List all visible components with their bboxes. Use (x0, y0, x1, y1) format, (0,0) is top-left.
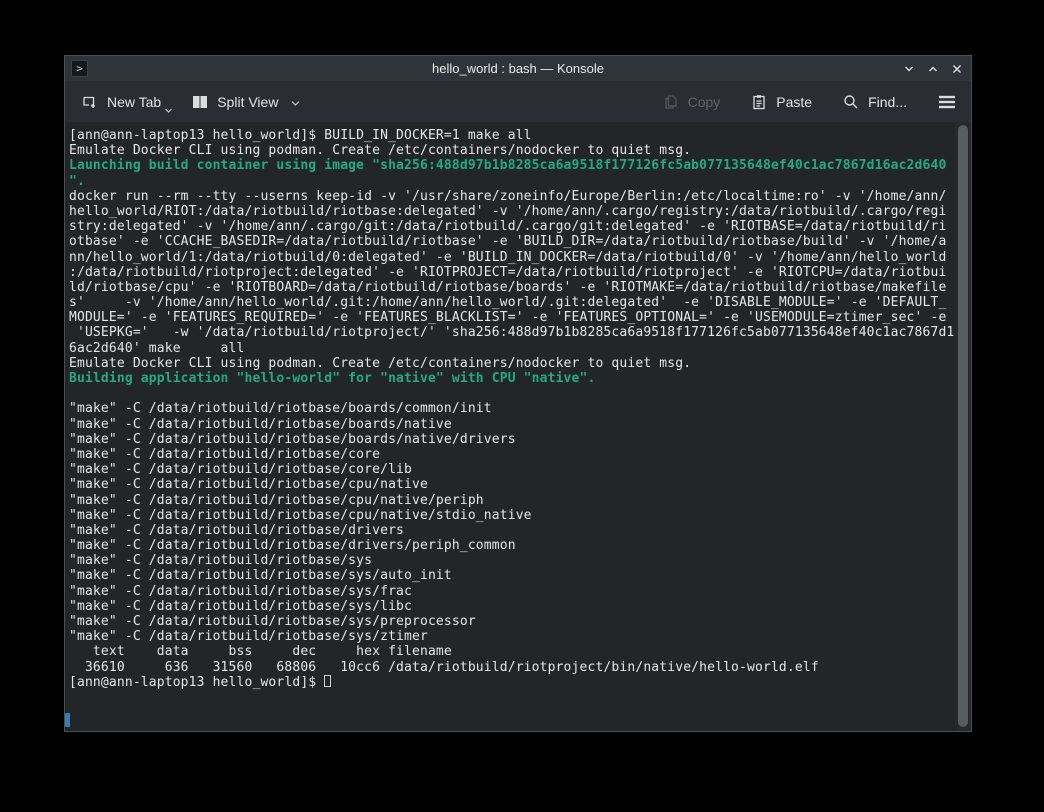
paste-icon (750, 93, 768, 111)
terminal-line: otbase' -e 'CCACHE_BASEDIR=/data/riotbui… (69, 234, 954, 249)
desktop: > hello_world : bash — Konsole (0, 0, 1044, 812)
new-tab-icon (81, 93, 99, 111)
terminal-line: docker run --rm --tty --userns keep-id -… (69, 189, 954, 204)
terminal-line: 6ac2d640' make all (69, 341, 954, 356)
terminal-line (69, 386, 954, 401)
chevron-down-icon (290, 94, 301, 110)
titlebar[interactable]: > hello_world : bash — Konsole (65, 56, 971, 81)
find-label: Find... (868, 94, 907, 110)
terminal-line: "make" -C /data/riotbuild/riotbase/core (69, 447, 954, 462)
new-output-marker (65, 713, 70, 727)
split-view-label: Split View (217, 94, 278, 110)
window-controls (901, 56, 965, 81)
terminal-line: Building application "hello-world" for "… (69, 371, 954, 386)
terminal-line: Emulate Docker CLI using podman. Create … (69, 143, 954, 158)
search-icon (842, 93, 860, 111)
terminal: [ann@ann-laptop13 hello_world]$ BUILD_IN… (65, 122, 971, 731)
copy-button[interactable]: Copy (662, 93, 721, 111)
chevron-down-icon (902, 62, 916, 76)
toolbar-right-group: Copy Paste Find... (662, 93, 957, 111)
terminal-line: "make" -C /data/riotbuild/riotbase/sys/l… (69, 599, 954, 614)
terminal-scrollbar[interactable] (955, 122, 971, 731)
terminal-line: ld/riotbase/cpu' -e 'RIOTBOARD=/data/rio… (69, 280, 954, 295)
toolbar: New Tab Split View (65, 81, 971, 122)
chevron-up-icon (926, 62, 940, 76)
terminal-line: "make" -C /data/riotbuild/riotbase/cpu/n… (69, 477, 954, 492)
terminal-line: "make" -C /data/riotbuild/riotbase/core/… (69, 462, 954, 477)
terminal-line: "make" -C /data/riotbuild/riotbase/cpu/n… (69, 493, 954, 508)
copy-label: Copy (688, 94, 721, 110)
terminal-output[interactable]: [ann@ann-laptop13 hello_world]$ BUILD_IN… (69, 128, 954, 731)
terminal-line: "make" -C /data/riotbuild/riotbase/cpu/n… (69, 508, 954, 523)
menu-button[interactable] (937, 94, 957, 110)
new-tab-label: New Tab (107, 94, 161, 110)
find-button[interactable]: Find... (842, 93, 907, 111)
copy-icon (662, 93, 680, 111)
terminal-line: "make" -C /data/riotbuild/riotbase/board… (69, 432, 954, 447)
maximize-button[interactable] (925, 61, 941, 77)
paste-button[interactable]: Paste (750, 93, 812, 111)
terminal-line: Emulate Docker CLI using podman. Create … (69, 356, 954, 371)
terminal-line: text data bss dec hex filename (69, 644, 954, 659)
terminal-line: [ann@ann-laptop13 hello_world]$ (69, 675, 954, 690)
close-icon (950, 62, 964, 76)
paste-label: Paste (776, 94, 812, 110)
konsole-app-icon[interactable]: > (71, 60, 88, 77)
terminal-line: "make" -C /data/riotbuild/riotbase/drive… (69, 538, 954, 553)
scrollbar-thumb[interactable] (958, 125, 968, 727)
konsole-window: > hello_world : bash — Konsole (64, 55, 972, 732)
text-cursor (324, 675, 331, 687)
terminal-line: 'USEPKG=' -w '/data/riotbuild/riotprojec… (69, 325, 954, 340)
terminal-line: [ann@ann-laptop13 hello_world]$ BUILD_IN… (69, 128, 954, 143)
terminal-line: "make" -C /data/riotbuild/riotbase/sys/a… (69, 568, 954, 583)
terminal-line: :/data/riotbuild/riotproject:delegated' … (69, 265, 954, 280)
terminal-line: s' -v '/home/ann/hello_world/.git:/home/… (69, 295, 954, 310)
terminal-line: nn/hello_world/1:/data/riotbuild/0:deleg… (69, 250, 954, 265)
terminal-line: "make" -C /data/riotbuild/riotbase/sys/f… (69, 584, 954, 599)
terminal-line: "make" -C /data/riotbuild/riotbase/sys/p… (69, 614, 954, 629)
window-title: hello_world : bash — Konsole (65, 61, 971, 76)
split-view-button[interactable]: Split View (191, 93, 301, 111)
terminal-line: 36610 636 31560 68806 10cc6 /data/riotbu… (69, 660, 954, 675)
minimize-button[interactable] (901, 61, 917, 77)
terminal-line: hello_world/RIOT:/data/riotbuild/riotbas… (69, 204, 954, 219)
terminal-line: "make" -C /data/riotbuild/riotbase/drive… (69, 523, 954, 538)
terminal-line: Launching build container using image "s… (69, 158, 954, 173)
terminal-line: "make" -C /data/riotbuild/riotbase/board… (69, 401, 954, 416)
terminal-line: "make" -C /data/riotbuild/riotbase/sys (69, 553, 954, 568)
new-tab-button[interactable]: New Tab (81, 93, 161, 111)
terminal-line: MODULE=' -e 'FEATURES_REQUIRED=' -e 'FEA… (69, 310, 954, 325)
chevron-down-icon (164, 101, 173, 117)
hamburger-menu-icon (937, 94, 957, 110)
terminal-line: stry:delegated' -v '/home/ann/.cargo/git… (69, 219, 954, 234)
terminal-line: "make" -C /data/riotbuild/riotbase/board… (69, 417, 954, 432)
terminal-line: "make" -C /data/riotbuild/riotbase/sys/z… (69, 629, 954, 644)
terminal-line: ". (69, 174, 954, 189)
split-view-icon (191, 93, 209, 111)
close-button[interactable] (949, 61, 965, 77)
